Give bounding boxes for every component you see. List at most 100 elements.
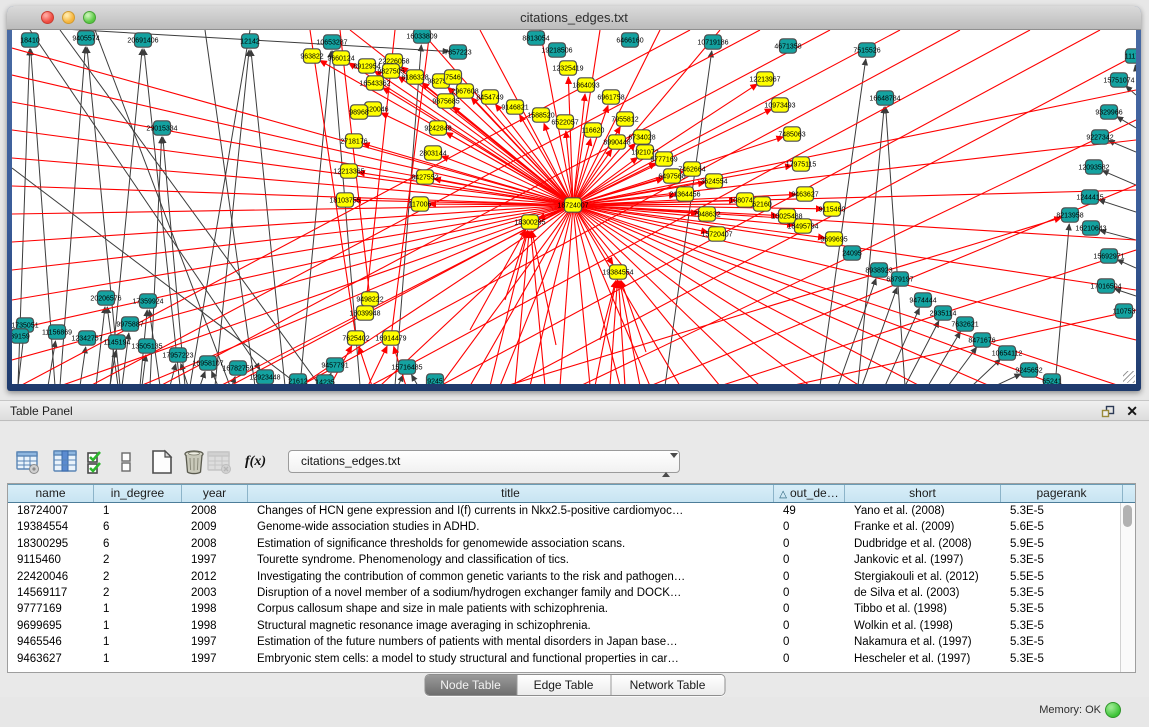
graph-edge[interactable] [190, 30, 250, 384]
table-cell-year[interactable]: 2008 [182, 503, 248, 519]
table-cell-year[interactable]: 1997 [182, 552, 248, 568]
table-cell-in_degree[interactable]: 2 [94, 585, 182, 601]
table-cell-pagerank[interactable]: 5.9E-5 [1001, 536, 1123, 552]
table-cell-title[interactable]: Tourette syndrome. Phenomenology and cla… [248, 552, 774, 568]
table-cell-out_degree[interactable]: 0 [774, 634, 845, 650]
graph-edge[interactable] [412, 375, 418, 384]
graph-edge[interactable] [720, 250, 1136, 384]
network-canvas[interactable]: 1841094055742069140612142106532871603380… [12, 30, 1136, 384]
graph-edge[interactable] [573, 90, 1136, 205]
graph-node[interactable]: 15720407 [701, 227, 732, 241]
table-cell-out_degree[interactable]: 0 [774, 519, 845, 535]
table-cell-out_degree[interactable]: 0 [774, 601, 845, 617]
graph-edge[interactable] [531, 231, 545, 384]
graph-edge[interactable] [1135, 65, 1136, 70]
graph-node[interactable]: 8471676 [968, 333, 995, 347]
table-cell-title[interactable]: Changes of HCN gene expression and I(f) … [248, 503, 774, 519]
graph-node[interactable]: 4671358 [774, 39, 801, 53]
table-cell-name[interactable]: 18300295 [8, 536, 94, 552]
graph-edge[interactable] [995, 374, 1021, 384]
graph-edge[interactable] [170, 364, 176, 384]
graph-node[interactable]: 20206576 [90, 291, 121, 305]
graph-node[interactable]: 17359924 [132, 294, 163, 308]
table-cell-year[interactable]: 1997 [182, 651, 248, 667]
graph-edge[interactable] [1117, 117, 1136, 128]
table-cell-year[interactable]: 1998 [182, 601, 248, 617]
table-cell-pagerank[interactable]: 5.6E-5 [1001, 519, 1123, 535]
table-cell-year[interactable]: 2012 [182, 569, 248, 585]
graph-node[interactable]: 9245 [427, 374, 444, 384]
column-header-year[interactable]: year [182, 485, 248, 502]
graph-node[interactable]: 14235 [315, 375, 335, 384]
vertical-scrollbar[interactable] [1120, 503, 1135, 672]
table-cell-name[interactable]: 22420046 [8, 569, 94, 585]
graph-node[interactable]: 65241 [1042, 374, 1062, 384]
table-cell-pagerank[interactable]: 5.3E-5 [1001, 634, 1123, 650]
column-header-title[interactable]: title [248, 485, 774, 502]
graph-node[interactable]: 18410 [20, 33, 40, 47]
table-cell-title[interactable]: Structural magnetic resonance image aver… [248, 618, 774, 634]
graph-node[interactable]: 3624554 [700, 174, 727, 188]
column-header-short[interactable]: short [845, 485, 1001, 502]
graph-node[interactable]: 117006 [409, 197, 432, 211]
graph-node[interactable]: 2935114 [930, 306, 957, 320]
table-cell-in_degree[interactable]: 1 [94, 651, 182, 667]
table-cell-short[interactable]: Yano et al. (2008) [845, 503, 1001, 519]
graph-node[interactable]: 12142 [240, 34, 260, 48]
row-selector-button[interactable] [119, 449, 135, 475]
graph-node[interactable]: 2803144 [419, 146, 446, 160]
graph-node[interactable]: 12342757 [71, 331, 102, 345]
graph-node[interactable]: 12213967 [749, 72, 780, 86]
column-visibility-button[interactable] [53, 449, 79, 475]
close-traffic-light-icon[interactable] [41, 11, 54, 24]
table-cell-year[interactable]: 2009 [182, 519, 248, 535]
graph-node[interactable]: 8454749 [476, 90, 503, 104]
table-cell-name[interactable]: 9115460 [8, 552, 94, 568]
create-table-button[interactable] [149, 449, 175, 475]
table-cell-pagerank[interactable]: 5.3E-5 [1001, 503, 1123, 519]
tab-edge-table[interactable]: Edge Table [516, 675, 610, 695]
graph-node[interactable]: 24095 [842, 246, 862, 260]
table-cell-short[interactable]: Dudbridge et al. (2008) [845, 536, 1001, 552]
graph-edge[interactable] [200, 372, 205, 384]
table-cell-pagerank[interactable]: 5.5E-5 [1001, 569, 1123, 585]
table-cell-pagerank[interactable]: 5.3E-5 [1001, 601, 1123, 617]
graph-node[interactable]: 7857223 [444, 45, 471, 59]
graph-node[interactable]: 6522057 [551, 115, 578, 129]
graph-node[interactable]: 8427552 [411, 170, 438, 184]
close-panel-button[interactable]: ✕ [1126, 402, 1138, 421]
graph-node[interactable]: 7515526 [853, 43, 880, 57]
table-cell-title[interactable]: Genome-wide association studies in ADHD. [248, 519, 774, 535]
graph-edge[interactable] [12, 205, 573, 214]
graph-node[interactable]: 62160 [752, 197, 772, 211]
graph-edge[interactable] [573, 205, 920, 384]
table-cell-name[interactable]: 9465546 [8, 634, 94, 650]
graph-node[interactable]: 116620 [582, 123, 605, 137]
graph-node[interactable]: 9115460 [819, 202, 846, 216]
graph-node[interactable]: 98968 [349, 105, 369, 119]
table-cell-name[interactable]: 14569117 [8, 585, 94, 601]
table-row[interactable]: 1872400712008Changes of HCN gene express… [8, 503, 1135, 519]
graph-edge[interactable] [359, 347, 372, 384]
graph-node[interactable]: 2967608 [451, 84, 478, 98]
graph-edge[interactable] [1117, 260, 1136, 268]
table-cell-year[interactable]: 1998 [182, 618, 248, 634]
table-row[interactable]: 946362711997Embryonic stem cells: a mode… [8, 651, 1135, 667]
graph-edge[interactable] [620, 281, 640, 384]
table-cell-short[interactable]: Hescheler et al. (1997) [845, 651, 1001, 667]
graph-node[interactable]: 10654112 [992, 346, 1023, 360]
graph-node[interactable]: 7546 [445, 70, 462, 84]
table-cell-out_degree[interactable]: 49 [774, 503, 845, 519]
table-row[interactable]: 1456911722003Disruption of a novel membe… [8, 585, 1135, 601]
table-cell-title[interactable]: Estimation of the future numbers of pati… [248, 634, 774, 650]
graph-node[interactable]: 17957223 [162, 348, 193, 362]
graph-node[interactable]: 6961758 [597, 90, 624, 104]
graph-node[interactable]: 110753 [1113, 304, 1136, 318]
graph-node[interactable]: 8813054 [522, 31, 549, 45]
float-panel-button[interactable] [1101, 405, 1115, 418]
graph-node[interactable]: 11156869 [42, 325, 72, 339]
graph-node[interactable]: 16033809 [406, 30, 437, 43]
graph-edge[interactable] [12, 130, 573, 205]
table-cell-in_degree[interactable]: 2 [94, 569, 182, 585]
table-cell-in_degree[interactable]: 1 [94, 601, 182, 617]
